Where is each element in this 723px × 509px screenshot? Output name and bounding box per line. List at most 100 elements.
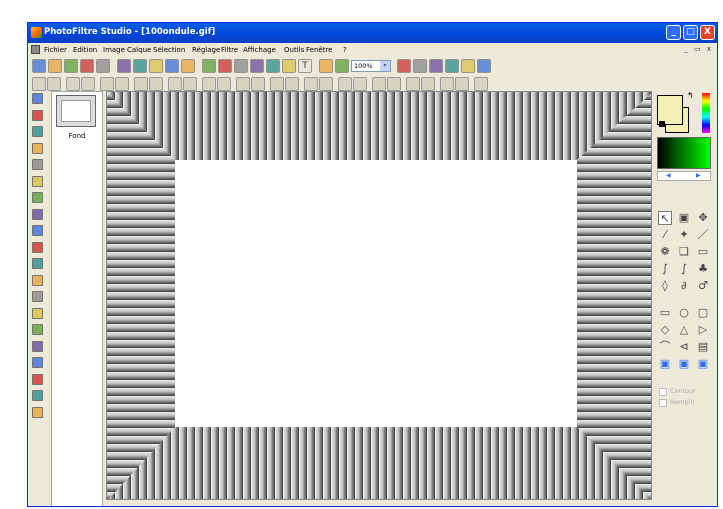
spray-icon[interactable]: ❁	[658, 245, 672, 259]
pattern-icon[interactable]: ▣	[696, 357, 710, 371]
saturation-down-icon[interactable]	[168, 77, 182, 91]
frame-icon[interactable]	[397, 59, 411, 73]
screen-icon[interactable]	[477, 59, 491, 73]
sharpen-b-icon[interactable]	[319, 77, 333, 91]
minimize-button[interactable]: _	[666, 25, 681, 40]
line-icon[interactable]: ／	[696, 228, 710, 242]
page-small-icon[interactable]	[32, 373, 43, 385]
star-icon[interactable]	[32, 192, 43, 203]
menu-image[interactable]: Image	[103, 46, 125, 54]
copy-icon[interactable]	[149, 59, 163, 73]
image-canvas[interactable]	[106, 91, 652, 500]
auto-levels-icon[interactable]	[32, 77, 46, 91]
rounded-rect-icon[interactable]: ▢	[696, 306, 710, 320]
tree-icon[interactable]	[319, 59, 333, 73]
filter-a-icon[interactable]	[217, 77, 231, 91]
contrast-icon[interactable]	[234, 59, 248, 73]
pointer-icon[interactable]: ↖	[658, 211, 672, 225]
package-icon[interactable]	[32, 324, 43, 335]
paste-new-icon[interactable]	[181, 59, 195, 73]
finger-icon[interactable]: ∂	[677, 279, 691, 293]
selection-icon[interactable]	[32, 126, 43, 137]
mdi-controls[interactable]: _ ▭ x	[684, 45, 713, 53]
remplir-checkbox[interactable]	[659, 399, 667, 407]
menu-filtre[interactable]: Filtre	[221, 46, 238, 54]
fill-icon[interactable]: ▣	[658, 357, 672, 371]
crop-icon[interactable]	[282, 59, 296, 73]
gray-square-icon[interactable]	[32, 225, 43, 236]
histogram-icon[interactable]	[32, 291, 43, 302]
zoom-select[interactable]: 100% ▾	[351, 60, 391, 72]
circle-icon[interactable]	[32, 307, 43, 319]
eraser-icon[interactable]: ▭	[696, 245, 710, 259]
zoom-in-icon[interactable]	[413, 59, 427, 73]
auto-contrast-icon[interactable]	[47, 77, 61, 91]
open-icon[interactable]	[48, 59, 62, 73]
menu-reglage[interactable]: Réglage	[192, 46, 220, 54]
menu-help[interactable]: ?	[343, 46, 347, 54]
zoom-out-icon[interactable]	[429, 59, 443, 73]
stamp-tool-icon[interactable]: ♣	[696, 262, 710, 276]
layer-manager-icon[interactable]	[32, 109, 43, 121]
mirror-h-icon[interactable]	[372, 77, 386, 91]
folder-arrow-icon[interactable]	[32, 390, 43, 401]
lasso-icon[interactable]: ⌒	[658, 340, 672, 354]
zoom-dropdown-icon[interactable]: ▾	[380, 61, 390, 71]
menu-selection[interactable]: Sélection	[153, 46, 185, 54]
link-icon[interactable]	[32, 258, 43, 269]
sphere-icon[interactable]	[32, 159, 43, 170]
bird-icon[interactable]	[335, 59, 349, 73]
fit-icon[interactable]	[445, 59, 459, 73]
menu-fenetre[interactable]: Fenêtre	[306, 46, 332, 54]
menu-edition[interactable]: Edition	[73, 46, 97, 54]
ellipse-icon[interactable]: ○	[677, 306, 691, 320]
redo-icon[interactable]	[133, 59, 147, 73]
plugin-b-icon[interactable]	[474, 77, 488, 91]
folder-print-icon[interactable]	[32, 406, 43, 418]
color-icon[interactable]	[218, 59, 232, 73]
saturation-up-icon[interactable]	[183, 77, 197, 91]
triangle-icon[interactable]: △	[677, 323, 691, 337]
drop-icon[interactable]	[285, 77, 299, 91]
grayscale-icon[interactable]	[202, 77, 216, 91]
triangle-right-icon[interactable]: ▷	[696, 323, 710, 337]
magic-wand-icon[interactable]: ✦	[677, 228, 691, 242]
menu-affichage[interactable]: Affichage	[243, 46, 276, 54]
hand-select-icon[interactable]: ▣	[677, 211, 691, 225]
new-icon[interactable]	[32, 59, 46, 73]
contrast-down-icon[interactable]	[100, 77, 114, 91]
move-icon[interactable]: ✥	[696, 211, 710, 225]
brightness-up-icon[interactable]	[81, 77, 95, 91]
text-icon[interactable]: T	[298, 59, 312, 73]
clone-icon[interactable]: ▣	[677, 357, 691, 371]
gradient-next-button[interactable]: ▶	[696, 172, 701, 179]
sharpen-icon[interactable]	[250, 59, 264, 73]
menu-fichier[interactable]: Fichier	[44, 46, 67, 54]
print-icon[interactable]	[80, 59, 94, 73]
stamp-icon[interactable]	[32, 142, 43, 154]
image-info-icon[interactable]	[32, 93, 43, 104]
title-bar[interactable]: PhotoFiltre Studio - [100ondule.gif] _ □…	[28, 23, 717, 43]
gradient-prev-button[interactable]: ◀	[666, 172, 671, 179]
app-icon[interactable]	[31, 27, 42, 38]
brightness-down-icon[interactable]	[66, 77, 80, 91]
mosaic-icon[interactable]	[32, 274, 43, 286]
pen-icon[interactable]: ♂	[696, 279, 710, 293]
swap-colors-icon[interactable]: ↰	[687, 91, 694, 100]
layer-thumbnail[interactable]	[56, 95, 96, 127]
resize-icon[interactable]	[266, 59, 280, 73]
grid-palette-icon[interactable]	[32, 175, 43, 187]
blur-icon[interactable]	[270, 77, 284, 91]
document-icon[interactable]	[31, 45, 40, 54]
scan-icon[interactable]	[96, 59, 110, 73]
deform-icon[interactable]	[353, 77, 367, 91]
maximize-button[interactable]: □	[683, 25, 698, 40]
grid-icon[interactable]	[461, 59, 475, 73]
close-button[interactable]: X	[700, 25, 715, 40]
flip-h-icon[interactable]	[421, 77, 435, 91]
gamma-down-icon[interactable]	[134, 77, 148, 91]
flip-v-icon[interactable]	[440, 77, 454, 91]
paste-icon[interactable]	[165, 59, 179, 73]
mirror-v-icon[interactable]	[387, 77, 401, 91]
menu-outils[interactable]: Outils	[284, 46, 304, 54]
